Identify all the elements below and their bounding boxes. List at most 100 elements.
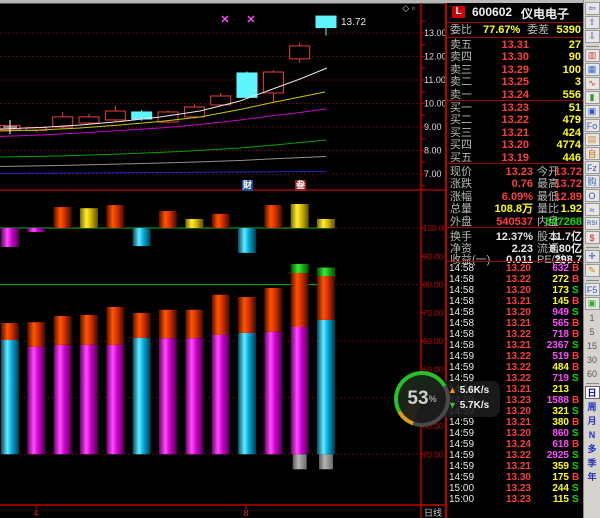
info-value: 547268 (543, 216, 582, 228)
image-icon[interactable]: ▣ (585, 297, 600, 310)
period-button-1[interactable]: 1 (585, 311, 600, 324)
f5-icon[interactable]: F5 (585, 283, 600, 296)
tick-volume: 272 (531, 274, 569, 285)
network-speed-pill[interactable]: ▲ 5.6K/s ▼ 5.7K/s (444, 381, 500, 417)
up-icon[interactable]: ⇧ (585, 16, 600, 29)
tick-price: 13.21 (481, 340, 531, 351)
down-icon[interactable]: ⇩ (585, 30, 600, 43)
back-icon[interactable]: ⇦ (585, 2, 600, 15)
order-level-label: 卖一 (450, 89, 472, 101)
period-button-60[interactable]: 60 (585, 367, 600, 380)
period-button-周[interactable]: 周 (585, 400, 600, 413)
info-label: 净资 (450, 243, 472, 255)
pencil-icon[interactable]: ✎ (585, 264, 600, 277)
divider (447, 22, 583, 23)
buy-row-5[interactable]: 买五 13.19 446 (447, 152, 583, 164)
sell-row-3[interactable]: 卖三 13.29 100 (447, 64, 583, 76)
tick-volume: 719 (531, 373, 569, 384)
tick-row: 14:58 13.22 272 B (447, 274, 583, 285)
tick-volume: 718 (531, 329, 569, 340)
svg-text:13.72: 13.72 (341, 17, 366, 28)
f12-icon[interactable]: Fz (585, 161, 600, 174)
tick-side: B (572, 274, 582, 285)
zixuan-icon[interactable]: 自 (585, 147, 600, 160)
price-chart[interactable]: 13.0012.0011.0010.009.008.007.00100.0090… (0, 0, 445, 518)
window-icon[interactable]: ▣ (585, 105, 600, 118)
tick-time: 15:00 (449, 494, 474, 505)
tick-price: 13.20 (481, 263, 531, 274)
buy-row-3[interactable]: 买三 13.21 424 (447, 127, 583, 139)
trend-icon[interactable]: ∿ (585, 77, 600, 90)
period-button-多[interactable]: 多 (585, 442, 600, 455)
tick-price: 13.21 (481, 318, 531, 329)
tick-side: B (572, 296, 582, 307)
period-button-5[interactable]: 5 (585, 325, 600, 338)
tick-side: B (572, 395, 582, 406)
stock-name[interactable]: 仪电电子 (521, 5, 569, 22)
tick-side: S (572, 461, 582, 472)
tick-price: 13.21 (481, 296, 531, 307)
buy-row-4[interactable]: 买四 13.20 4774 (447, 139, 583, 151)
info-label: 现价 (450, 166, 472, 178)
tick-price: 13.21 (481, 417, 531, 428)
sell-row-2[interactable]: 卖四 13.30 90 (447, 51, 583, 63)
report-icon[interactable]: ▤ (585, 133, 600, 146)
toolbar-divider (586, 247, 599, 248)
sell-row-4[interactable]: 卖二 13.25 3 (447, 76, 583, 88)
stock-logo-icon: L (452, 6, 465, 18)
buy-row-1[interactable]: 买一 13.23 51 (447, 102, 583, 114)
tick-volume: 618 (531, 439, 569, 450)
buy-row-2[interactable]: 买二 13.22 479 (447, 114, 583, 126)
tick-volume: 173 (531, 285, 569, 296)
toolbar-divider (586, 383, 599, 384)
grid-icon[interactable]: ▦ (585, 63, 600, 76)
svg-text:12.00: 12.00 (424, 52, 445, 62)
period-button-年[interactable]: 年 (585, 470, 600, 483)
info-row: 现价 13.23 今开 13.72 (447, 166, 583, 178)
info-row: 涨跌 0.76 最高 13.72 (447, 178, 583, 190)
info-value: 540537 (487, 216, 533, 228)
order-level-label: 卖四 (450, 51, 472, 63)
period-button-季[interactable]: 季 (585, 456, 600, 469)
progress-circle-overlay[interactable]: 53% (394, 371, 450, 427)
order-volume: 4774 (539, 139, 581, 151)
period-button-N[interactable]: N (585, 428, 600, 441)
period-button-15[interactable]: 15 (585, 339, 600, 352)
info-value: 2.23 (487, 243, 533, 255)
move-icon[interactable]: ✛ (585, 250, 600, 263)
period-button-月[interactable]: 月 (585, 414, 600, 427)
tick-price: 13.22 (481, 351, 531, 362)
info-row: 净资 2.23 流通 8.80亿 (447, 243, 583, 255)
order-volume: 27 (539, 39, 581, 51)
dollar-icon[interactable]: $ (585, 231, 600, 244)
o-icon[interactable]: O (585, 189, 600, 202)
period-button-日[interactable]: 日 (585, 386, 600, 399)
tick-side: B (572, 362, 582, 373)
tick-row: 14:59 13.20 860 S (447, 428, 583, 439)
sell-row-5[interactable]: 卖一 13.24 556 (447, 89, 583, 101)
svg-text:80.00: 80.00 (423, 281, 444, 290)
svg-text:◇ ▫: ◇ ▫ (402, 3, 415, 13)
info-value: 8.80亿 (543, 243, 582, 255)
divider (447, 100, 583, 101)
sell-row-1[interactable]: 卖五 13.31 27 (447, 39, 583, 51)
trade-icon[interactable]: 购 (585, 175, 600, 188)
tick-time: 14:59 (449, 428, 474, 439)
tick-row: 14:58 13.20 632 B (447, 263, 583, 274)
info-value: 12.89 (543, 191, 582, 203)
tick-side: B (572, 472, 582, 483)
svg-text:8: 8 (243, 508, 248, 518)
stock-code[interactable]: 600602 (472, 5, 512, 19)
f10-icon[interactable]: Fo (585, 119, 600, 132)
wave-icon[interactable]: ≈ (585, 203, 600, 216)
order-price: 13.24 (487, 89, 529, 101)
rsi-icon[interactable]: RSI (585, 217, 600, 230)
indicator-badge-cai[interactable]: 財 (242, 180, 253, 191)
kline-icon[interactable]: ▥ (585, 49, 600, 62)
tick-volume: 632 (531, 263, 569, 274)
period-button-30[interactable]: 30 (585, 353, 600, 366)
tick-time: 14:59 (449, 417, 474, 428)
tick-side: S (572, 406, 582, 417)
indicator-badge-san[interactable]: 叁 (295, 180, 306, 191)
volume-icon[interactable]: ▮ (585, 91, 600, 104)
